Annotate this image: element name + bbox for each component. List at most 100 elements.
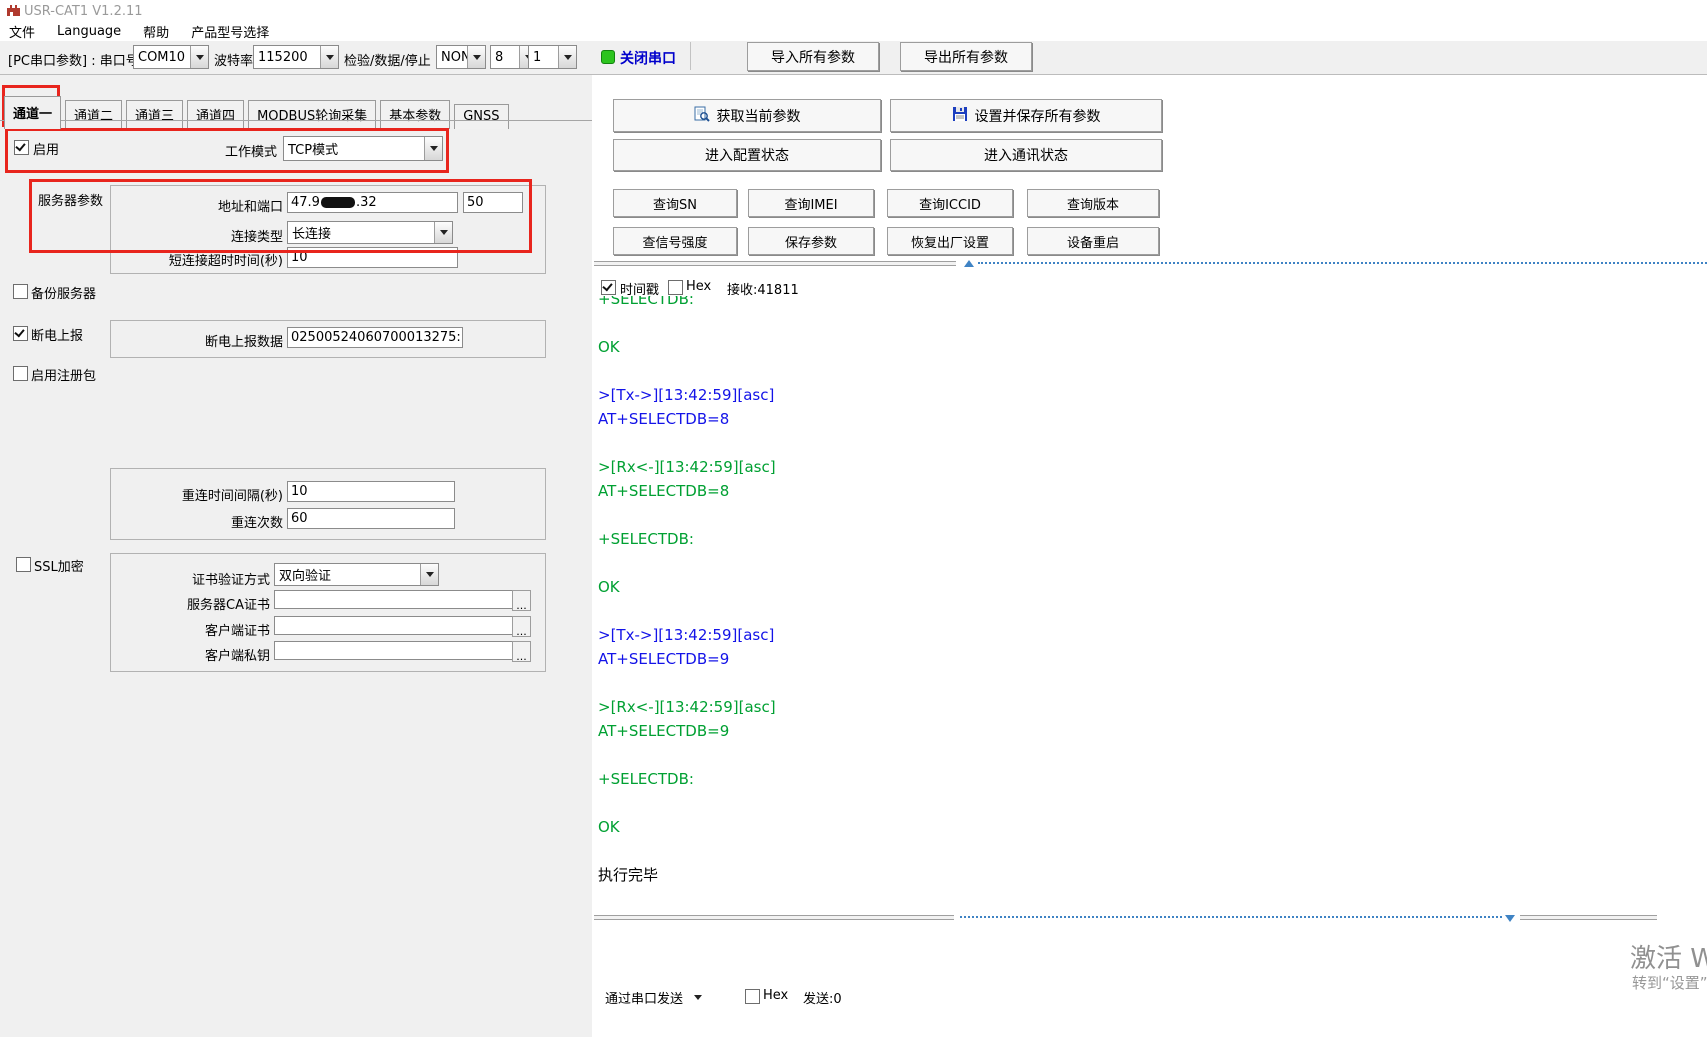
tab-modbus[interactable]: MODBUS轮询采集 (248, 100, 376, 129)
timestamp-checkbox[interactable] (601, 280, 616, 295)
stop-bits-select[interactable]: 1 (528, 45, 577, 69)
chevron-down-icon[interactable] (190, 46, 208, 68)
activate-windows-watermark-line2: 转到“设置”以 (1632, 972, 1707, 993)
floppy-save-icon (952, 106, 968, 126)
tab-gnss[interactable]: GNSS (454, 104, 508, 129)
server-group-label: 服务器参数 (38, 190, 103, 209)
chevron-down-icon[interactable] (320, 46, 338, 68)
menu-language[interactable]: Language (57, 24, 121, 39)
set-save-params-button[interactable]: 设置并保存所有参数 (890, 99, 1162, 132)
parity-select[interactable]: NONI (436, 45, 486, 69)
sent-count: 发送:0 (803, 988, 842, 1007)
toolbar-separator (690, 42, 691, 70)
server-port-input[interactable]: 50 (463, 192, 523, 213)
ssl-label: SSL加密 (34, 556, 84, 575)
recv-hex-checkbox[interactable] (668, 280, 683, 295)
work-mode-select[interactable]: TCP模式 (283, 136, 443, 161)
chevron-down-icon[interactable] (467, 46, 485, 68)
log-splitter-bottom[interactable] (592, 912, 1707, 922)
send-via-serial-dropdown[interactable]: 通过串口发送 (605, 988, 683, 1007)
save-params-button[interactable]: 保存参数 (748, 227, 874, 255)
reboot-device-button[interactable]: 设备重启 (1027, 227, 1159, 255)
cert-mode-label: 证书验证方式 (170, 569, 270, 588)
tab-channel-4[interactable]: 通道四 (187, 100, 244, 129)
baud-label: 波特率 (214, 50, 253, 69)
log-body[interactable]: +SELECTDB: OK >[Tx->][13:42:59][asc]AT+S… (592, 296, 1707, 910)
client-key-browse-button[interactable]: ... (512, 641, 531, 662)
factory-reset-button[interactable]: 恢复出厂设置 (887, 227, 1013, 255)
get-params-button[interactable]: 获取当前参数 (613, 99, 881, 132)
reconnect-count-input[interactable]: 60 (287, 508, 455, 529)
chevron-down-icon[interactable] (558, 46, 576, 68)
query-imei-button[interactable]: 查询IMEI (748, 189, 874, 217)
chevron-down-icon[interactable] (424, 137, 442, 160)
redaction-mask (321, 197, 355, 208)
tab-basic-params[interactable]: 基本参数 (380, 100, 450, 129)
enter-config-button[interactable]: 进入配置状态 (613, 139, 881, 171)
menu-help[interactable]: 帮助 (143, 22, 169, 41)
import-params-button[interactable]: 导入所有参数 (747, 42, 879, 71)
log-line (598, 311, 1707, 335)
poweroff-report-label: 断电上报 (31, 325, 83, 344)
tab-channel-2[interactable]: 通道二 (65, 100, 122, 129)
chevron-down-icon[interactable] (420, 564, 438, 585)
register-packet-checkbox[interactable] (13, 366, 28, 381)
short-timeout-input[interactable]: 10 (287, 247, 458, 268)
cert-mode-select[interactable]: 双向验证 (274, 563, 439, 586)
splitter-collapse-down-icon[interactable] (1505, 915, 1515, 922)
address-port-label: 地址和端口 (183, 196, 283, 215)
baud-rate-select[interactable]: 115200 (253, 45, 339, 69)
log-line (598, 743, 1707, 767)
log-splitter-top[interactable] (592, 259, 1707, 269)
app-icon (6, 4, 21, 21)
parity-label: 检验/数据/停止 (344, 50, 431, 69)
document-search-icon (694, 106, 710, 126)
log-line: AT+SELECTDB=8 (598, 479, 1707, 503)
client-cert-label: 客户端证书 (170, 620, 270, 639)
enter-comm-button[interactable]: 进入通讯状态 (890, 139, 1162, 171)
backup-server-checkbox[interactable] (13, 284, 28, 299)
client-cert-browse-button[interactable]: ... (512, 616, 531, 637)
log-line: AT+SELECTDB=8 (598, 407, 1707, 431)
log-line (598, 503, 1707, 527)
ca-cert-browse-button[interactable]: ... (512, 590, 531, 611)
tab-channel-1[interactable]: 通道一 (4, 96, 61, 129)
chevron-down-icon[interactable] (694, 995, 702, 1000)
tab-channel-3[interactable]: 通道三 (126, 100, 183, 129)
activate-windows-watermark-line1: 激活 Win (1630, 938, 1707, 975)
query-iccid-button[interactable]: 查询ICCID (887, 189, 1013, 217)
reconnect-interval-input[interactable]: 10 (287, 481, 455, 502)
menu-bar: 文件 Language 帮助 产品型号选择 (0, 21, 269, 41)
send-hex-checkbox[interactable] (745, 989, 760, 1004)
client-cert-input[interactable] (274, 616, 518, 635)
log-line (598, 431, 1707, 455)
backup-server-label: 备份服务器 (31, 283, 96, 302)
poweroff-data-input[interactable]: 02500524060700013275:PO (287, 327, 463, 348)
query-version-button[interactable]: 查询版本 (1027, 189, 1159, 217)
log-line (598, 551, 1707, 575)
client-key-input[interactable] (274, 641, 518, 660)
splitter-collapse-up-icon[interactable] (964, 260, 974, 267)
log-line: OK (598, 335, 1707, 359)
log-line: >[Tx->][13:42:59][asc] (598, 623, 1707, 647)
log-line: >[Rx<-][13:42:59][asc] (598, 695, 1707, 719)
com-port-select[interactable]: COM10 (133, 45, 209, 69)
enable-checkbox[interactable] (14, 140, 29, 155)
port-open-indicator-icon (601, 50, 615, 64)
work-mode-label: 工作模式 (180, 141, 277, 160)
poweroff-report-checkbox[interactable] (13, 326, 28, 341)
log-line: >[Tx->][13:42:59][asc] (598, 383, 1707, 407)
ca-cert-input[interactable] (274, 590, 518, 609)
query-signal-button[interactable]: 查信号强度 (613, 227, 737, 255)
log-line: 执行完毕 (598, 863, 1707, 887)
server-address-input[interactable]: 47.9.32 (287, 192, 458, 213)
query-sn-button[interactable]: 查询SN (613, 189, 737, 217)
close-port-button[interactable]: 关闭串口 (620, 48, 676, 68)
export-params-button[interactable]: 导出所有参数 (900, 42, 1032, 71)
menu-product-model[interactable]: 产品型号选择 (191, 22, 269, 41)
conn-type-select[interactable]: 长连接 (287, 221, 453, 244)
log-line: >[Rx<-][13:42:59][asc] (598, 455, 1707, 479)
ssl-checkbox[interactable] (16, 557, 31, 572)
menu-file[interactable]: 文件 (9, 22, 35, 41)
chevron-down-icon[interactable] (434, 222, 452, 243)
